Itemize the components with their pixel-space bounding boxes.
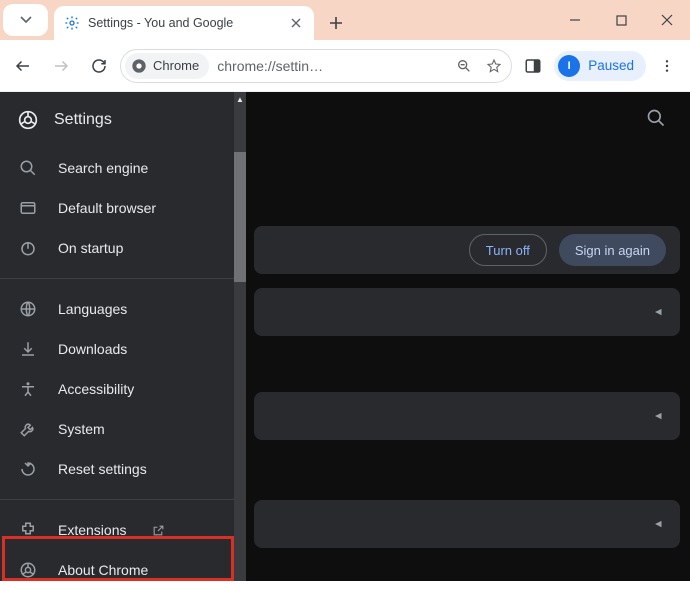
zoom-button[interactable] bbox=[453, 55, 475, 77]
sidebar-item-label: Downloads bbox=[58, 341, 127, 357]
search-icon bbox=[18, 158, 38, 178]
sidebar-item-label: Reset settings bbox=[58, 461, 147, 477]
back-button[interactable] bbox=[6, 49, 40, 83]
extensions-icon bbox=[18, 520, 38, 540]
sidebar-item-accessibility[interactable]: Accessibility bbox=[0, 369, 246, 409]
site-chip-label: Chrome bbox=[153, 58, 199, 73]
settings-row[interactable]: ▲ bbox=[254, 288, 680, 336]
wrench-icon bbox=[18, 419, 38, 439]
sidebar-item-default-browser[interactable]: Default browser bbox=[0, 188, 246, 228]
settings-content: ▲ Settings Search engine Default browser… bbox=[0, 92, 690, 581]
chevron-right-icon: ▲ bbox=[653, 519, 665, 530]
menu-button[interactable] bbox=[650, 49, 684, 83]
sidebar-item-label: Accessibility bbox=[58, 381, 134, 397]
settings-gear-icon bbox=[64, 15, 80, 31]
avatar: I bbox=[558, 55, 580, 77]
settings-row[interactable]: ▲ bbox=[254, 392, 680, 440]
sidebar-item-about-chrome[interactable]: About Chrome bbox=[0, 550, 246, 590]
maximize-button[interactable] bbox=[598, 0, 644, 40]
tab-close-button[interactable] bbox=[288, 15, 304, 31]
tab-title: Settings - You and Google bbox=[88, 16, 280, 30]
reset-icon bbox=[18, 459, 38, 479]
sidebar-item-extensions[interactable]: Extensions bbox=[0, 510, 246, 550]
download-icon bbox=[18, 339, 38, 359]
profile-chip[interactable]: I Paused bbox=[554, 51, 646, 81]
browser-icon bbox=[18, 198, 38, 218]
sidebar-separator bbox=[0, 499, 246, 500]
sync-actions-card: Turn off Sign in again bbox=[254, 226, 680, 274]
profile-status: Paused bbox=[588, 58, 634, 73]
scrollbar-up-button[interactable]: ▲ bbox=[234, 92, 246, 106]
sidebar-item-search-engine[interactable]: Search engine bbox=[0, 148, 246, 188]
sign-in-again-button[interactable]: Sign in again bbox=[559, 234, 666, 266]
sidebar-item-label: Default browser bbox=[58, 200, 156, 216]
kebab-icon bbox=[659, 58, 675, 74]
chevron-down-icon bbox=[20, 14, 32, 26]
zoom-icon bbox=[456, 58, 472, 74]
tab-search-button[interactable] bbox=[3, 4, 48, 36]
side-panel-icon bbox=[524, 57, 542, 75]
settings-search-button[interactable] bbox=[646, 108, 666, 128]
sidebar-item-reset-settings[interactable]: Reset settings bbox=[0, 449, 246, 489]
arrow-left-icon bbox=[14, 57, 32, 75]
toolbar: Chrome chrome://settin… I Paused bbox=[0, 40, 690, 92]
bookmark-button[interactable] bbox=[483, 55, 505, 77]
sidebar-item-on-startup[interactable]: On startup bbox=[0, 228, 246, 268]
forward-button[interactable] bbox=[44, 49, 78, 83]
plus-icon bbox=[329, 16, 343, 30]
reload-icon bbox=[90, 57, 108, 75]
sidebar-item-languages[interactable]: Languages bbox=[0, 289, 246, 329]
url-text: chrome://settin… bbox=[217, 58, 445, 74]
settings-title: Settings bbox=[54, 111, 112, 129]
minimize-icon bbox=[569, 14, 581, 26]
sidebar-item-label: Extensions bbox=[58, 522, 126, 538]
new-tab-button[interactable] bbox=[322, 9, 350, 37]
sidebar-item-label: Search engine bbox=[58, 160, 148, 176]
sidebar-item-label: On startup bbox=[58, 240, 123, 256]
sidebar-item-label: System bbox=[58, 421, 105, 437]
close-icon bbox=[291, 18, 301, 28]
turn-off-button[interactable]: Turn off bbox=[469, 234, 547, 266]
chevron-right-icon: ▲ bbox=[653, 411, 665, 422]
minimize-button[interactable] bbox=[552, 0, 598, 40]
globe-icon bbox=[18, 299, 38, 319]
chrome-icon bbox=[131, 58, 147, 74]
sidebar-item-downloads[interactable]: Downloads bbox=[0, 329, 246, 369]
arrow-right-icon bbox=[52, 57, 70, 75]
settings-row[interactable]: ▲ bbox=[254, 500, 680, 548]
chevron-right-icon: ▲ bbox=[653, 307, 665, 318]
close-icon bbox=[661, 14, 673, 26]
title-bar: Settings - You and Google bbox=[0, 0, 690, 40]
reload-button[interactable] bbox=[82, 49, 116, 83]
chrome-icon bbox=[18, 560, 38, 580]
site-chip[interactable]: Chrome bbox=[125, 53, 209, 79]
side-panel-button[interactable] bbox=[516, 49, 550, 83]
star-icon bbox=[486, 58, 502, 74]
settings-header: Settings bbox=[0, 92, 246, 148]
address-bar[interactable]: Chrome chrome://settin… bbox=[120, 49, 512, 83]
settings-main: Turn off Sign in again ▲ ▲ ▲ bbox=[246, 92, 690, 581]
sidebar-item-system[interactable]: System bbox=[0, 409, 246, 449]
chrome-logo-icon bbox=[18, 110, 38, 130]
search-icon bbox=[646, 108, 666, 128]
external-link-icon bbox=[152, 524, 165, 537]
close-window-button[interactable] bbox=[644, 0, 690, 40]
power-icon bbox=[18, 238, 38, 258]
settings-sidebar: ▲ Settings Search engine Default browser… bbox=[0, 92, 246, 581]
sidebar-separator bbox=[0, 278, 246, 279]
window-controls bbox=[552, 0, 690, 40]
browser-tab[interactable]: Settings - You and Google bbox=[54, 6, 314, 40]
sidebar-item-label: Languages bbox=[58, 301, 127, 317]
accessibility-icon bbox=[18, 379, 38, 399]
maximize-icon bbox=[616, 15, 627, 26]
sidebar-item-label: About Chrome bbox=[58, 562, 148, 578]
